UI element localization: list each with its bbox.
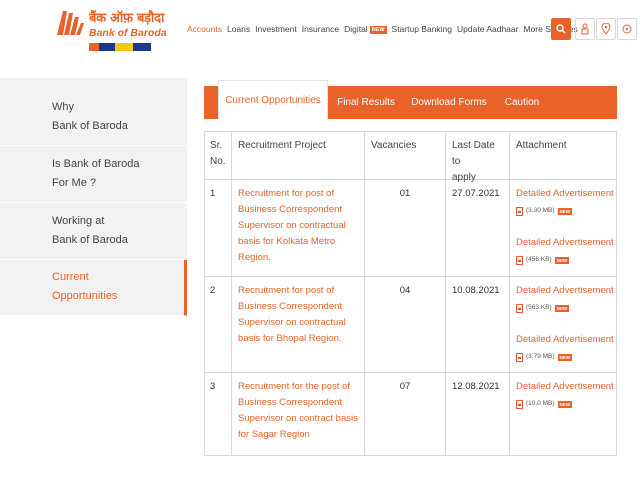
sidebar-item-why-bob[interactable]: Why Bank of Baroda <box>0 78 187 146</box>
attachment-meta: (563 KB) NEW <box>516 300 610 316</box>
sidebar-item-current-opportunities[interactable]: Current Opportunities <box>0 260 187 316</box>
sidebar-label-line1: Working at <box>52 215 105 227</box>
nav-loans[interactable]: Loans <box>227 24 250 34</box>
search-button[interactable] <box>551 18 571 40</box>
main-nav: Accounts Loans Investment Insurance Digi… <box>187 24 578 34</box>
table-row: 2 Recruitment for post of Business Corre… <box>205 277 616 373</box>
header-last-date: Last Date to apply <box>446 132 510 183</box>
sidebar-label-line2: Opportunities <box>52 290 118 302</box>
pdf-icon <box>516 206 523 216</box>
baroda-sun-logo-icon <box>57 11 84 35</box>
row-last-date: 12.08.2021 <box>446 373 510 455</box>
table-header-row: Sr. No. Recruitment Project Vacancies La… <box>205 132 616 183</box>
new-badge: NEW <box>557 207 573 215</box>
bank-logo[interactable]: बैंक ऑफ़ बड़ौदा Bank of Baroda <box>55 5 170 55</box>
file-size: (3.30 MB) <box>526 207 555 214</box>
row-vacancies: 01 <box>365 180 446 276</box>
row-project-link[interactable]: Recruitment for post of Business Corresp… <box>232 180 365 276</box>
detailed-advertisement-link[interactable]: Detailed Advertisement <box>516 283 614 299</box>
attachment-meta: (10.0 MB) NEW <box>516 396 610 412</box>
detailed-advertisement-link[interactable]: Detailed Advertisement <box>516 235 614 251</box>
pdf-icon <box>516 303 523 313</box>
row-attachments: Detailed Advertisement (3.30 MB) NEW Det… <box>510 180 616 276</box>
detailed-advertisement-link[interactable]: Detailed Advertisement <box>516 332 614 348</box>
attachment-meta: (456 KB) NEW <box>516 252 610 268</box>
tab-caution[interactable]: Caution <box>500 86 544 119</box>
nav-digital[interactable]: Digital NEW <box>344 24 387 34</box>
row-sr-no: 1 <box>205 180 232 276</box>
header-last-date-line1: Last Date to <box>452 140 495 167</box>
sidebar-label-line2: Bank of Baroda <box>52 120 128 132</box>
row-project-link[interactable]: Recruitment for the post of Business Cor… <box>232 373 365 455</box>
sidebar-label-line1: Why <box>52 101 74 113</box>
row-last-date: 27.07.2021 <box>446 180 510 276</box>
header-sr-line2: No. <box>210 156 226 167</box>
sidebar-item-is-bob-for-me[interactable]: Is Bank of Baroda For Me ? <box>0 146 187 203</box>
header-sr-line1: Sr. <box>210 140 223 151</box>
search-icon <box>556 24 566 34</box>
pdf-icon <box>516 352 523 362</box>
sidebar-item-working-at-bob[interactable]: Working at Bank of Baroda <box>0 203 187 260</box>
header-vacancies: Vacancies <box>365 132 446 179</box>
nav-accounts[interactable]: Accounts <box>187 24 222 34</box>
table-row: 1 Recruitment for post of Business Corre… <box>205 180 616 277</box>
nav-update-aadhaar[interactable]: Update Aadhaar <box>457 24 518 34</box>
file-size: (563 KB) <box>526 304 552 311</box>
people-button[interactable] <box>575 18 595 40</box>
nav-digital-label: Digital <box>344 24 368 34</box>
file-size: (456 KB) <box>526 256 552 263</box>
location-pin-icon <box>601 23 611 35</box>
attachment-meta: (3.79 MB) NEW <box>516 349 610 365</box>
pdf-icon <box>516 255 523 265</box>
attachment-meta: (3.30 MB) NEW <box>516 203 610 219</box>
sidebar-label-line2: For Me ? <box>52 177 97 189</box>
row-project-link[interactable]: Recruitment for post of Business Corresp… <box>232 277 365 372</box>
help-button[interactable] <box>617 18 637 40</box>
pdf-icon <box>516 399 523 409</box>
sidebar-label-line2: Bank of Baroda <box>52 234 128 246</box>
tab-bar: Current Opportunities Final Results Down… <box>204 80 617 119</box>
new-badge: NEW <box>557 400 573 408</box>
nav-startup-banking[interactable]: Startup Banking <box>392 24 452 34</box>
locate-branch-button[interactable] <box>596 18 616 40</box>
sidebar-item-label: Why Bank of Baroda <box>52 98 128 136</box>
detailed-advertisement-link[interactable]: Detailed Advertisement <box>516 186 614 202</box>
file-size: (10.0 MB) <box>526 400 555 407</box>
detailed-advertisement-link[interactable]: Detailed Advertisement <box>516 379 614 395</box>
table-row: 3 Recruitment for the post of Business C… <box>205 373 616 455</box>
logo-english-text: Bank of Baroda <box>89 27 167 39</box>
row-vacancies: 07 <box>365 373 446 455</box>
row-attachments: Detailed Advertisement (563 KB) NEW Deta… <box>510 277 616 372</box>
recruitment-table: Sr. No. Recruitment Project Vacancies La… <box>204 131 617 456</box>
file-size: (3.79 MB) <box>526 353 555 360</box>
header-attachment: Attachment <box>516 140 567 151</box>
sidebar-item-label: Working at Bank of Baroda <box>52 212 128 250</box>
people-icon <box>581 23 589 35</box>
tab-download-forms[interactable]: Download Forms <box>406 86 492 119</box>
logo-color-strip <box>89 43 151 51</box>
new-badge: NEW <box>554 304 570 312</box>
nav-insurance[interactable]: Insurance <box>302 24 339 34</box>
row-sr-no: 2 <box>205 277 232 372</box>
sidebar-item-label: Is Bank of Baroda For Me ? <box>52 155 139 193</box>
sidebar-item-label: Current Opportunities <box>52 268 117 306</box>
sidebar-label-line1: Is Bank of Baroda <box>52 158 140 170</box>
help-icon <box>622 24 632 34</box>
header-sr-no: Sr. No. <box>205 132 232 179</box>
sidebar: Why Bank of Baroda Is Bank of Baroda For… <box>0 78 187 316</box>
tab-current-opportunities[interactable]: Current Opportunities <box>218 80 328 119</box>
sidebar-label-line1: Current <box>52 271 89 283</box>
header-project: Recruitment Project <box>232 132 365 179</box>
row-attachments: Detailed Advertisement (10.0 MB) NEW <box>510 373 616 455</box>
new-badge: NEW <box>554 256 570 264</box>
nav-investment[interactable]: Investment <box>255 24 297 34</box>
tab-final-results[interactable]: Final Results <box>332 86 400 119</box>
row-last-date: 10.08.2021 <box>446 277 510 372</box>
new-badge: NEW <box>557 353 573 361</box>
logo-hindi-text: बैंक ऑफ़ बड़ौदा <box>89 11 165 26</box>
row-vacancies: 04 <box>365 277 446 372</box>
site-header: बैंक ऑफ़ बड़ौदा Bank of Baroda Accounts … <box>0 0 640 62</box>
row-sr-no: 3 <box>205 373 232 455</box>
new-badge: NEW <box>369 25 387 34</box>
